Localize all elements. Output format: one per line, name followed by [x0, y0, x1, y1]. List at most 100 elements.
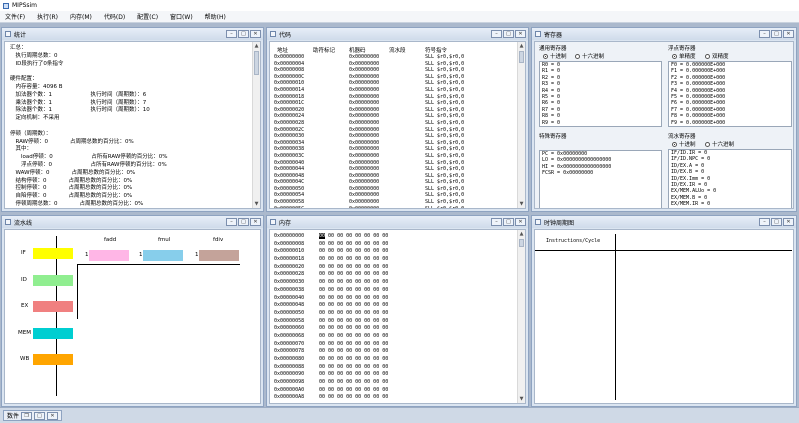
- memory-bytes: 00 00 00 00 00 00 00 00: [319, 263, 389, 270]
- menu-config[interactable]: 配置(C): [137, 12, 158, 21]
- stats-window-title[interactable]: 统计 – □ ✕: [2, 28, 263, 40]
- minimize-button[interactable]: –: [226, 30, 237, 38]
- scroll-up-icon[interactable]: ▲: [253, 42, 260, 50]
- memory-bytes: 00 00 00 00 00 00 00 00: [319, 309, 389, 316]
- code-address: 0x00000010: [274, 80, 305, 87]
- stats-line: 停顿（周期数）：: [10, 130, 52, 137]
- maximize-button[interactable]: □: [771, 30, 782, 38]
- minimize-button[interactable]: –: [226, 218, 237, 226]
- minimized-window-tab[interactable]: 数件 ❐ □ ✕: [3, 410, 63, 421]
- code-address: 0x00000050: [274, 185, 305, 192]
- stage-label-ex: EX: [21, 303, 29, 309]
- memory-bytes: 00 00 00 00 00 00 00 00: [319, 340, 389, 347]
- menu-code[interactable]: 代码(D): [104, 12, 125, 21]
- stats-line: 其中：: [10, 146, 33, 153]
- scroll-thumb[interactable]: [519, 239, 524, 247]
- memory-bytes: 00 00 00 00 00 00 00 00: [319, 371, 389, 378]
- minimize-button[interactable]: –: [491, 218, 502, 226]
- close-button[interactable]: ✕: [250, 30, 261, 38]
- header-address: 地址: [277, 48, 289, 54]
- menu-memory[interactable]: 内存(M): [70, 12, 92, 21]
- code-instruction: SLL $r0,$r0,0: [425, 179, 465, 186]
- memory-scrollbar[interactable]: ▲ ▼: [517, 230, 525, 403]
- memory-address: 0x00000030: [274, 279, 305, 286]
- clock-window-title[interactable]: 时钟周期图 – □ ✕: [532, 216, 796, 228]
- maximize-button[interactable]: □: [34, 411, 46, 420]
- pipeline-radio-hex[interactable]: 十六进制: [705, 140, 734, 148]
- menu-help[interactable]: 帮助(H): [205, 12, 226, 21]
- minimize-button[interactable]: –: [491, 30, 502, 38]
- code-title-text: 代码: [279, 31, 292, 39]
- code-machine-code: 0x00000000: [349, 172, 380, 179]
- code-address: 0x0000000C: [274, 73, 305, 80]
- registers-window-title[interactable]: 寄存器 – □ ✕: [532, 28, 796, 40]
- close-button[interactable]: ✕: [783, 218, 794, 226]
- memory-bytes: 00 00 00 00 00 00 00 00: [319, 325, 389, 332]
- general-registers-list[interactable]: R0 = 0 R1 = 0 R2 = 0 R3 = 0 R4 = 0 R5 = 0 R6 =…: [539, 61, 662, 127]
- code-panel: 地址 助符标记 机器码 流水段 符号指令 0x00000000 0x0000000…: [269, 41, 526, 209]
- scroll-down-icon[interactable]: ▼: [253, 200, 260, 208]
- code-address: 0x00000044: [274, 166, 305, 173]
- minimize-button[interactable]: –: [759, 218, 770, 226]
- maximize-button[interactable]: □: [238, 30, 249, 38]
- memory-window-title[interactable]: 内存 – □ ✕: [267, 216, 528, 228]
- code-machine-code: 0x00000000: [349, 199, 380, 206]
- close-button[interactable]: ✕: [515, 30, 526, 38]
- maximize-button[interactable]: □: [238, 218, 249, 226]
- code-address: 0x0000004C: [274, 179, 305, 186]
- scroll-up-icon[interactable]: ▲: [518, 230, 525, 238]
- maximize-button[interactable]: □: [503, 30, 514, 38]
- pipeline-radio-decimal[interactable]: 十进制: [672, 140, 696, 148]
- app-icon: [3, 2, 9, 9]
- code-scrollbar[interactable]: ▲ ▼: [517, 42, 525, 208]
- stats-scrollbar[interactable]: ▲ ▼: [252, 42, 260, 208]
- float-radio-double[interactable]: 双精度: [705, 52, 729, 60]
- clock-divider: [615, 234, 616, 400]
- general-radio-hex[interactable]: 十六进制: [575, 52, 604, 60]
- scroll-up-icon[interactable]: ▲: [518, 42, 525, 50]
- memory-bytes: 00 00 00 00 00 00 00 00: [319, 386, 389, 393]
- selected-byte[interactable]: 00: [319, 233, 326, 239]
- special-registers-list[interactable]: PC = 0x00000000 LO = 0x0000000000000000 HI…: [539, 150, 662, 208]
- minimize-button[interactable]: –: [759, 30, 770, 38]
- maximize-button[interactable]: □: [503, 218, 514, 226]
- stats-line: 内存容量：4096 B: [10, 83, 63, 90]
- unit-count-fmul: 1: [139, 252, 143, 258]
- memory-address: 0x00000000: [274, 233, 305, 239]
- code-window-title[interactable]: 代码 – □ ✕: [267, 28, 528, 40]
- menu-window[interactable]: 窗口(W): [170, 12, 193, 21]
- code-instruction: SLL $r0,$r0,0: [425, 60, 465, 67]
- code-machine-code: 0x00000000: [349, 67, 380, 74]
- close-button[interactable]: ✕: [250, 218, 261, 226]
- scroll-down-icon[interactable]: ▼: [518, 200, 525, 208]
- scroll-thumb[interactable]: [519, 51, 524, 63]
- close-button[interactable]: ✕: [515, 218, 526, 226]
- general-radio-decimal[interactable]: 十进制: [543, 52, 567, 60]
- menu-file[interactable]: 文件(F): [5, 12, 25, 21]
- pipeline-branch-line: [77, 264, 78, 319]
- close-button[interactable]: ✕: [47, 411, 59, 420]
- memory-address: 0x00000038: [274, 286, 305, 293]
- register-row: MEM/WB.LMD = 0: [669, 208, 791, 209]
- menu-run[interactable]: 执行(R): [37, 12, 58, 21]
- memory-bytes: 00 00 00 00 00 00 00 00: [319, 356, 389, 362]
- unit-fmul-box: [143, 250, 183, 261]
- stats-line: 执行周期总数：0: [10, 52, 58, 59]
- register-row: FCSR = 0x00000000: [542, 170, 594, 177]
- code-address: 0x00000054: [274, 192, 305, 199]
- restore-button[interactable]: ❐: [21, 411, 33, 420]
- scroll-down-icon[interactable]: ▼: [518, 395, 525, 403]
- close-button[interactable]: ✕: [783, 30, 794, 38]
- pipeline-window-title[interactable]: 流水线 – □ ✕: [2, 216, 263, 228]
- scroll-thumb[interactable]: [254, 51, 259, 75]
- maximize-button[interactable]: □: [771, 218, 782, 226]
- stats-text: 汇总： 执行周期总数：0 ID段执行了0条指令 硬件配置： 内存容量：4096 …: [10, 45, 167, 208]
- float-registers-list[interactable]: F0 = 0.000000E+000 F1 = 0.000000E+000 F2 =…: [668, 61, 792, 127]
- memory-address: 0x00000078: [274, 348, 305, 355]
- code-machine-code: 0x00000000: [349, 152, 380, 159]
- pipeline-unit-line: [77, 264, 240, 265]
- float-radio-single[interactable]: 单精度: [672, 52, 696, 60]
- pipeline-registers-list[interactable]: IF/ID.IR = 0 IF/ID.NPC = 0 ID/EX.A = 0 ID/E…: [668, 149, 792, 209]
- radio-icon: [705, 53, 710, 59]
- code-address: 0x00000004: [274, 60, 305, 67]
